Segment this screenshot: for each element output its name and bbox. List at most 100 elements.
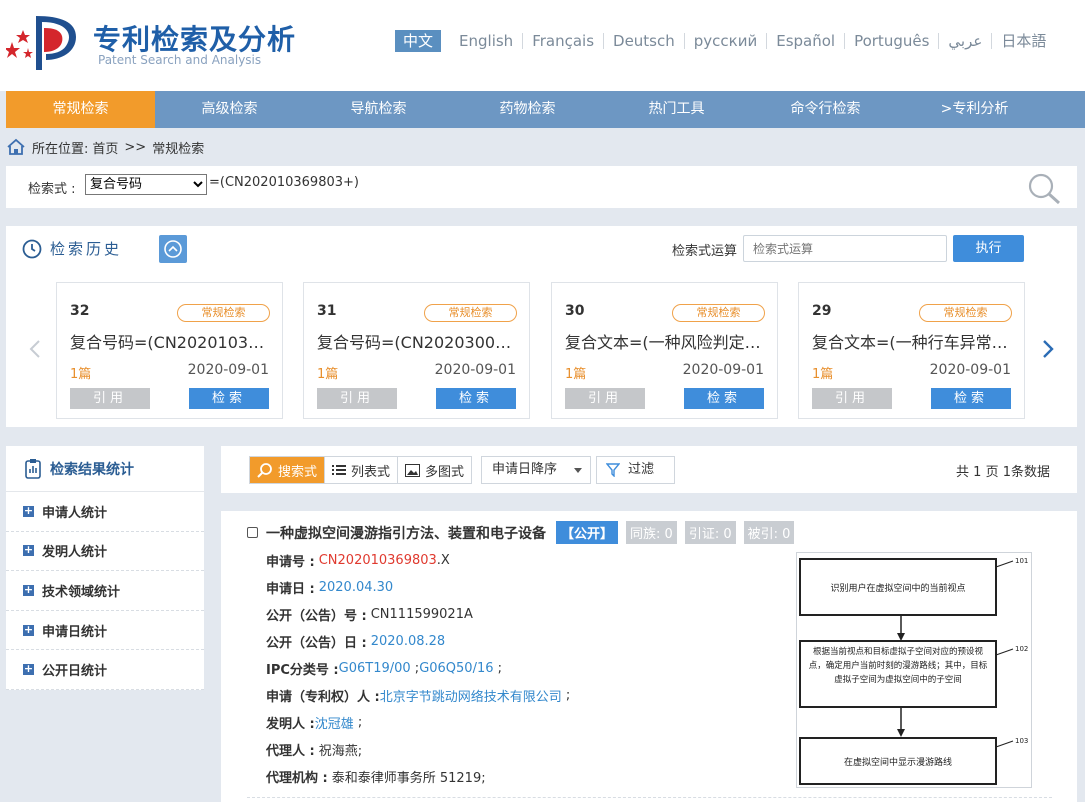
history-card-tag: 常规检索 xyxy=(424,304,517,322)
language-switcher: 中文 English Français Deutsch русский Espa… xyxy=(395,30,1055,52)
application-number-suffix: .X xyxy=(436,553,450,568)
history-card-count[interactable]: 1篇 xyxy=(565,363,586,382)
stats-item-inventor[interactable]: + 发明人统计 xyxy=(6,532,204,572)
filter-icon xyxy=(606,463,620,477)
filter-label: 过滤 xyxy=(628,462,655,477)
lang-spanish[interactable]: Español xyxy=(767,33,846,49)
field-label: 公开（公告）日 : xyxy=(266,636,367,651)
application-date-value[interactable]: 2020.04.30 xyxy=(319,580,393,595)
lang-chinese[interactable]: 中文 xyxy=(395,30,442,52)
stats-title: 检索结果统计 xyxy=(24,458,134,480)
chevron-up-icon xyxy=(164,240,182,258)
family-count-badge[interactable]: 同族: 0 xyxy=(626,521,677,544)
field-publication-number: 公开（公告）号 : CN111599021A xyxy=(266,601,570,628)
view-search-style-button[interactable]: 搜索式 xyxy=(250,457,326,483)
nav-general-search[interactable]: 常规检索 xyxy=(6,91,155,128)
execute-button[interactable]: 执行 xyxy=(953,235,1024,262)
history-card-query: 复合文本=(一种风险判定方法) xyxy=(565,333,765,352)
chevron-left-icon[interactable] xyxy=(28,339,42,365)
field-label: 公开（公告）号 : xyxy=(266,609,367,624)
history-card: 29 常规检索 复合文本=(一种行车异常检测) 1篇 2020-09-01 引用… xyxy=(798,282,1025,419)
search-button[interactable]: 检索 xyxy=(436,388,516,409)
citation-count-badge[interactable]: 引证: 0 xyxy=(684,521,736,544)
cite-button[interactable]: 引用 xyxy=(70,388,150,409)
stats-item-applicant[interactable]: + 申请人统计 xyxy=(6,492,204,532)
drawing-box3: 在虚拟空间中显示漫游路线 xyxy=(844,756,952,768)
status-badge: 【公开】 xyxy=(556,521,619,544)
lang-english[interactable]: English xyxy=(450,33,524,49)
history-card-number: 31 xyxy=(317,303,337,319)
cite-button[interactable]: 引用 xyxy=(812,388,892,409)
patent-logo[interactable] xyxy=(6,12,84,72)
lang-japanese[interactable]: 日本語 xyxy=(992,33,1055,49)
drawing-label-103: 103 xyxy=(1015,737,1028,745)
publication-number-value: CN111599021A xyxy=(370,607,473,622)
publication-date-value[interactable]: 2020.08.28 xyxy=(371,634,445,649)
nav-patent-analysis[interactable]: >专利分析 xyxy=(900,91,1049,128)
stats-item-label: 发明人统计 xyxy=(42,545,108,561)
caret-down-icon xyxy=(574,468,582,473)
image-icon xyxy=(405,463,421,477)
field-label: 申请日 : xyxy=(266,582,315,597)
query-field-select[interactable]: 复合号码 xyxy=(85,174,207,195)
lang-portuguese[interactable]: Português xyxy=(845,33,940,49)
field-inventor: 发明人 : 沈冠雄 ; xyxy=(266,713,363,732)
cite-button[interactable]: 引用 xyxy=(317,388,397,409)
history-card-tag: 常规检索 xyxy=(919,304,1012,322)
breadcrumb-home[interactable]: 首页 xyxy=(92,138,118,157)
stats-item-tech-field[interactable]: + 技术领域统计 xyxy=(6,571,204,611)
query-expression[interactable]: =(CN202010369803+) xyxy=(209,175,359,190)
application-number-value[interactable]: CN202010369803 xyxy=(319,553,437,568)
result-header: 一种虚拟空间漫游指引方法、装置和电子设备 【公开】 同族: 0 引证: 0 被引… xyxy=(247,521,795,544)
nav-advanced-search[interactable]: 高级检索 xyxy=(155,91,304,128)
sort-dropdown[interactable]: 申请日降序 xyxy=(481,456,591,484)
applicant-link[interactable]: 北京字节跳动网络技术有限公司 xyxy=(380,686,562,705)
history-card-count[interactable]: 1篇 xyxy=(317,363,338,382)
result-checkbox[interactable] xyxy=(247,527,258,538)
list-icon xyxy=(332,465,347,475)
view-multi-image-button[interactable]: 多图式 xyxy=(398,457,471,483)
search-button[interactable]: 检索 xyxy=(684,388,764,409)
divider xyxy=(247,797,1052,798)
collapse-history-button[interactable] xyxy=(159,235,187,263)
stats-item-label: 公开日统计 xyxy=(42,664,108,680)
view-list-button[interactable]: 列表式 xyxy=(325,457,399,483)
expression-calc-input[interactable] xyxy=(743,235,947,262)
lang-arabic[interactable]: عربي xyxy=(939,33,993,49)
patent-drawing-thumbnail[interactable]: 识别用户在虚拟空间中的当前视点 101 根据当前视点和目标虚拟子空间对应的预设视… xyxy=(796,552,1032,788)
lang-german[interactable]: Deutsch xyxy=(604,33,685,49)
search-button[interactable]: 检索 xyxy=(931,388,1011,409)
history-card-date: 2020-09-01 xyxy=(929,362,1011,378)
drawing-box1: 识别用户在虚拟空间中的当前视点 xyxy=(830,582,965,594)
field-application-number: 申请号 : CN202010369803 .X xyxy=(266,547,570,574)
stats-item-pub-date[interactable]: + 公开日统计 xyxy=(6,650,204,690)
plus-icon: + xyxy=(23,503,34,517)
ipc-link[interactable]: G06Q50/16 xyxy=(419,661,493,676)
cited-by-count-badge[interactable]: 被引: 0 xyxy=(743,521,795,544)
nav-navigation-search[interactable]: 导航检索 xyxy=(304,91,453,128)
expression-calc-label: 检索式运算 xyxy=(672,244,738,259)
lang-russian[interactable]: русский xyxy=(685,33,768,49)
result-title[interactable]: 一种虚拟空间漫游指引方法、装置和电子设备 xyxy=(266,523,546,543)
search-icon[interactable] xyxy=(1027,172,1063,206)
cite-button[interactable]: 引用 xyxy=(565,388,645,409)
search-icon xyxy=(257,463,272,478)
inventor-link[interactable]: 沈冠雄 xyxy=(315,713,354,732)
nav-command-search[interactable]: 命令行检索 xyxy=(751,91,900,128)
field-label: 代理机构 : xyxy=(266,771,328,786)
chevron-right-icon[interactable] xyxy=(1041,339,1055,365)
ipc-link[interactable]: G06T19/00 xyxy=(339,661,411,676)
stats-item-app-date[interactable]: + 申请日统计 xyxy=(6,611,204,651)
field-label: IPC分类号 : xyxy=(266,663,339,678)
history-card-tag: 常规检索 xyxy=(672,304,765,322)
history-card-count[interactable]: 1篇 xyxy=(812,363,833,382)
history-card-count[interactable]: 1篇 xyxy=(70,363,91,382)
nav-drug-search[interactable]: 药物检索 xyxy=(453,91,602,128)
history-card-query: 复合号码=(CN202030007+) xyxy=(317,333,517,352)
lang-french[interactable]: Français xyxy=(523,33,605,49)
nav-hot-tools[interactable]: 热门工具 xyxy=(602,91,751,128)
search-button[interactable]: 检索 xyxy=(189,388,269,409)
drawing-box2: 根据当前视点和目标虚拟子空间对应的预设视点，确定用户当前时刻的漫游路线；其中，目… xyxy=(808,647,988,685)
clock-icon xyxy=(22,239,42,258)
filter-button[interactable]: 过滤 xyxy=(596,456,675,484)
